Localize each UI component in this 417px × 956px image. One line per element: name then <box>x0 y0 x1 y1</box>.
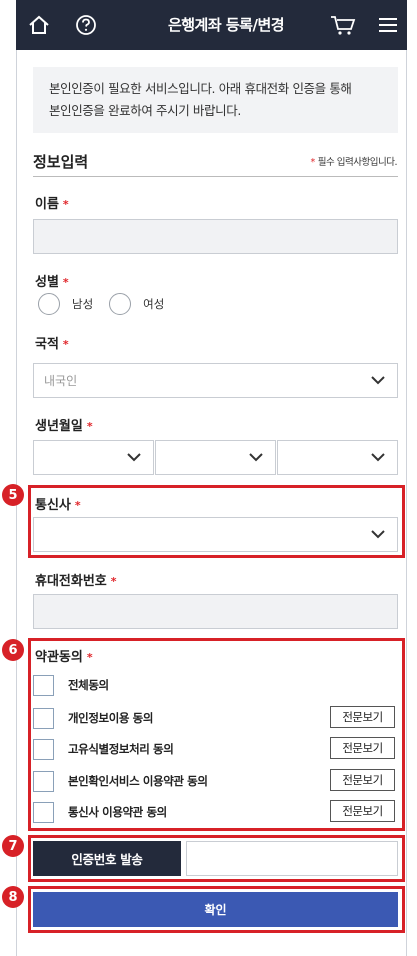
required-note-text: 필수 입력사항입니다. <box>317 157 398 168</box>
phone-label: 휴대전화번호 * <box>35 574 117 589</box>
view-full-button[interactable]: 전문보기 <box>330 737 395 759</box>
confirm-button[interactable]: 확인 <box>33 892 398 927</box>
section-divider <box>33 176 398 177</box>
nationality-label: 국적 * <box>35 337 69 352</box>
terms-all-row: 전체동의 <box>33 672 398 698</box>
header-bar: 은행계좌 등록/변경 <box>16 0 407 50</box>
chevron-down-icon <box>371 453 385 462</box>
terms-carrier-label: 통신사 이용약관 동의 <box>68 805 167 819</box>
nationality-value: 내국인 <box>44 374 78 388</box>
chevron-down-icon <box>249 453 263 462</box>
menu-icon[interactable] <box>373 10 403 40</box>
terms-all-checkbox[interactable] <box>33 674 54 696</box>
chevron-down-icon <box>371 530 385 539</box>
home-icon[interactable] <box>24 10 54 40</box>
view-full-button[interactable]: 전문보기 <box>330 769 395 791</box>
terms-unique-id-checkbox[interactable] <box>33 738 54 760</box>
carrier-select[interactable] <box>33 517 398 552</box>
terms-label: 약관동의 * <box>35 650 93 665</box>
gender-label: 성별 * <box>35 275 69 290</box>
terms-row-unique-id: 고유식별정보처리 동의 전문보기 <box>33 736 398 762</box>
terms-privacy-checkbox[interactable] <box>33 707 54 729</box>
male-radio[interactable] <box>38 293 60 315</box>
terms-row-carrier: 통신사 이용약관 동의 전문보기 <box>33 799 398 825</box>
phone-field[interactable] <box>33 594 398 629</box>
terms-identity-label: 본인확인서비스 이용약관 동의 <box>68 774 208 788</box>
female-radio-label: 여성 <box>143 297 165 311</box>
carrier-label: 통신사 * <box>35 498 81 513</box>
birth-year-select[interactable] <box>33 440 154 475</box>
chevron-down-icon <box>127 453 141 462</box>
page-title: 은행계좌 등록/변경 <box>167 16 285 34</box>
female-radio[interactable] <box>109 293 132 315</box>
name-field[interactable] <box>33 219 398 254</box>
required-star: * <box>310 157 316 168</box>
required-note: * 필수 입력사항입니다. <box>310 154 398 168</box>
annotation-badge-6: 6 <box>2 639 24 661</box>
view-full-button[interactable]: 전문보기 <box>330 706 395 728</box>
notice-line-1: 본인인증이 필요한 서비스입니다. 아래 휴대전화 인증을 통해 <box>49 81 352 96</box>
birthdate-label: 생년월일 * <box>35 419 93 434</box>
help-icon[interactable] <box>71 10 101 40</box>
gender-radio-group: 남성 여성 <box>38 293 180 315</box>
cart-icon[interactable] <box>328 10 358 40</box>
terms-row-identity: 본인확인서비스 이용약관 동의 전문보기 <box>33 768 398 794</box>
terms-unique-id-label: 고유식별정보처리 동의 <box>68 742 174 756</box>
terms-all-label: 전체동의 <box>68 678 109 692</box>
name-label: 이름 * <box>35 197 69 212</box>
verification-code-input[interactable] <box>186 841 398 876</box>
birth-month-select[interactable] <box>155 440 276 475</box>
notice-line-2: 본인인증을 완료하여 주시기 바랍니다. <box>49 103 241 118</box>
view-full-button[interactable]: 전문보기 <box>330 800 395 822</box>
nationality-select[interactable]: 내국인 <box>33 363 398 398</box>
annotation-badge-8: 8 <box>2 886 24 908</box>
terms-row-privacy: 개인정보이용 동의 전문보기 <box>33 705 398 731</box>
auth-notice: 본인인증이 필요한 서비스입니다. 아래 휴대전화 인증을 통해 본인인증을 완… <box>33 67 398 133</box>
terms-identity-checkbox[interactable] <box>33 770 54 792</box>
terms-carrier-checkbox[interactable] <box>33 801 54 823</box>
terms-privacy-label: 개인정보이용 동의 <box>68 711 154 725</box>
chevron-down-icon <box>371 376 385 385</box>
birth-day-select[interactable] <box>277 440 398 475</box>
section-title: 정보입력 <box>33 153 89 171</box>
annotation-badge-5: 5 <box>2 484 24 506</box>
male-radio-label: 남성 <box>72 297 94 311</box>
send-code-button[interactable]: 인증번호 발송 <box>33 841 181 876</box>
annotation-badge-7: 7 <box>2 835 24 857</box>
